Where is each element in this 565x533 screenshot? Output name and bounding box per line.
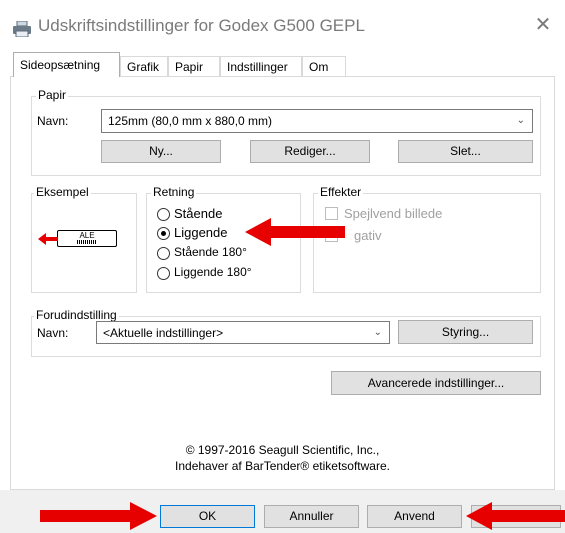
tab-indstillinger[interactable]: Indstillinger [220, 56, 302, 76]
preview-direction-arrow-icon [38, 233, 58, 245]
radio-liggende-180-label: Liggende 180° [174, 265, 252, 279]
checkbox-spejlvend-label: Spejlvend billede [344, 206, 443, 221]
radio-staaende-label: Stående [174, 206, 223, 221]
title-bar: Udskriftsindstillinger for Godex G500 GE… [0, 0, 565, 46]
radio-staaende[interactable] [157, 208, 170, 221]
chevron-down-icon: ⌄ [516, 115, 525, 126]
chevron-down-icon: ⌄ [373, 327, 382, 338]
radio-liggende[interactable] [157, 227, 170, 240]
printer-icon [13, 21, 31, 37]
paper-name-select[interactable]: 125mm (80,0 mm x 880,0 mm) ⌄ [101, 109, 533, 133]
preview-barcode [77, 240, 97, 244]
papir-legend: Papir [36, 88, 69, 102]
radio-liggende-180[interactable] [157, 267, 170, 280]
annotation-arrow-icon [40, 502, 157, 530]
copyright-line-1: © 1997-2016 Seagull Scientific, Inc., [185, 443, 380, 457]
checkbox-negativ-label: gativ [354, 228, 382, 243]
apply-button[interactable]: Anvend [367, 505, 462, 528]
label-preview: ALE [57, 230, 117, 247]
tab-sideopsaetning[interactable]: Sideopsætning [13, 52, 120, 77]
effekter-legend: Effekter [318, 185, 364, 199]
tab-grafik[interactable]: Grafik [120, 56, 168, 76]
delete-paper-button[interactable]: Slet... [398, 140, 533, 163]
forudindstilling-legend: Forudindstilling [34, 308, 119, 322]
preview-text: ALE [79, 231, 95, 240]
preset-name-label: Navn: [37, 326, 69, 340]
papir-name-label: Navn: [37, 114, 69, 128]
eksempel-legend: Eksempel [34, 185, 91, 199]
tab-om[interactable]: Om [302, 56, 346, 76]
retning-legend: Retning [151, 185, 197, 199]
tab-papir[interactable]: Papir [168, 56, 220, 76]
preset-name-value: <Aktuelle indstillinger> [103, 326, 224, 340]
paper-name-value: 125mm (80,0 mm x 880,0 mm) [108, 114, 273, 128]
new-paper-button[interactable]: Ny... [101, 140, 221, 163]
styring-button[interactable]: Styring... [398, 320, 533, 344]
ok-button[interactable]: OK [160, 505, 255, 528]
copyright-line-2: Indehaver af BarTender® etiketsoftware. [175, 459, 390, 473]
radio-staaende-180-label: Stående 180° [174, 245, 247, 259]
radio-staaende-180[interactable] [157, 247, 170, 260]
annotation-arrow-icon [245, 218, 345, 246]
cancel-button[interactable]: Annuller [264, 505, 359, 528]
edit-paper-button[interactable]: Rediger... [250, 140, 370, 163]
preset-name-select[interactable]: <Aktuelle indstillinger> ⌄ [96, 321, 390, 344]
window-title: Udskriftsindstillinger for Godex G500 GE… [38, 16, 365, 35]
annotation-arrow-icon [466, 502, 565, 530]
close-icon[interactable]: ✕ [528, 12, 558, 38]
papir-group [31, 96, 541, 176]
advanced-settings-button[interactable]: Avancerede indstillinger... [331, 371, 541, 395]
radio-liggende-label: Liggende [174, 225, 228, 240]
